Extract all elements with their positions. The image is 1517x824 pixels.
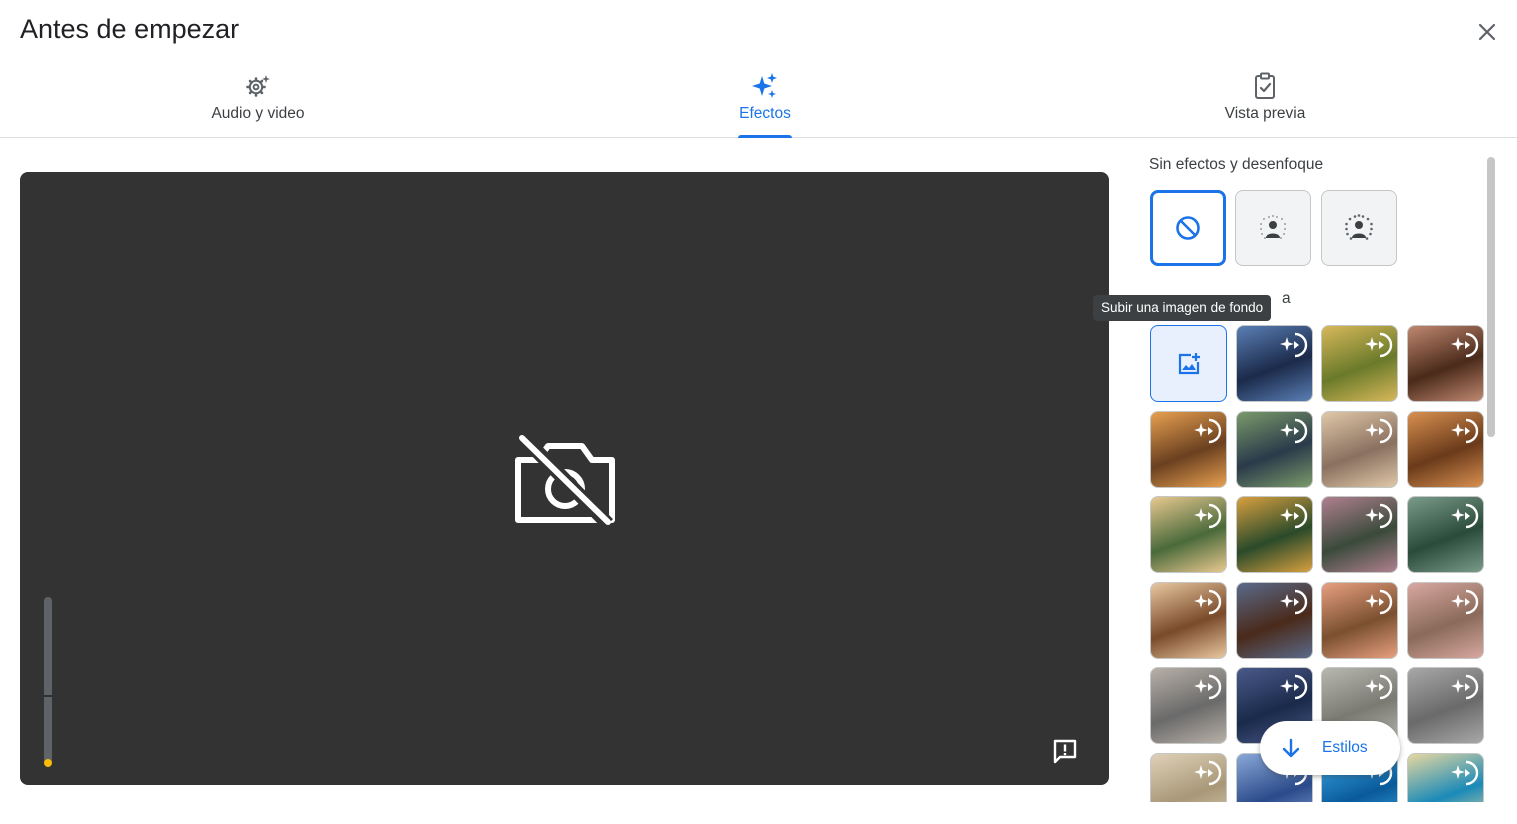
active-tab-indicator xyxy=(738,135,792,138)
sparkle-refresh-icon xyxy=(1194,589,1222,614)
add-photo-icon xyxy=(1178,352,1200,374)
background-thumbnail-lounge-window-day[interactable] xyxy=(1150,581,1227,659)
upload-tooltip: Subir una imagen de fondo xyxy=(1093,295,1272,321)
sparkle-refresh-icon xyxy=(1365,418,1393,443)
styles-button[interactable]: Estilos xyxy=(1260,721,1400,775)
sparkle-icon xyxy=(751,72,779,100)
sparkle-refresh-icon xyxy=(1279,332,1307,358)
sparkle-refresh-icon xyxy=(1279,503,1307,529)
section-title-backgrounds: a xyxy=(1282,290,1291,307)
background-thumbnail-greenhouse-pink[interactable] xyxy=(1321,496,1398,573)
background-thumbnail-bright-room[interactable] xyxy=(1150,752,1227,802)
background-thumbnail-night-balcony[interactable] xyxy=(1235,410,1313,488)
sparkle-refresh-icon xyxy=(1450,418,1478,443)
close-button[interactable] xyxy=(1470,15,1504,49)
sparkle-refresh-icon xyxy=(1365,503,1393,529)
background-thumbnail-japanese-room-day[interactable] xyxy=(1406,581,1484,659)
block-icon xyxy=(1176,216,1200,240)
sparkle-refresh-icon xyxy=(1194,760,1222,785)
sparkle-refresh-icon xyxy=(1279,589,1307,614)
effects-panel: Sin efectos y desenfoque a xyxy=(1130,140,1517,802)
background-thumbnail-warm-living-room[interactable] xyxy=(1321,410,1398,488)
background-thumbnail-cozy-porch-sunset[interactable] xyxy=(1150,410,1227,488)
sparkle-refresh-icon xyxy=(1194,418,1222,443)
styles-button-label: Estilos xyxy=(1322,739,1368,756)
sparkle-refresh-icon xyxy=(1279,674,1307,700)
sparkle-refresh-icon xyxy=(1365,589,1393,614)
blur-button[interactable] xyxy=(1321,190,1397,266)
sparkle-refresh-icon xyxy=(1450,503,1478,529)
camera-off-icon xyxy=(515,434,615,526)
meet-preflight-dialog: Antes de empezar Audio y video Efectos V… xyxy=(0,0,1517,824)
close-icon xyxy=(1478,23,1496,41)
sparkle-refresh-icon xyxy=(1279,418,1307,443)
background-thumbnail-rainy-window[interactable] xyxy=(1406,667,1484,744)
background-thumbnail-space-cockpit[interactable] xyxy=(1235,325,1313,402)
background-thumbnail-tropical-plants[interactable] xyxy=(1406,496,1484,573)
tab-label: Vista previa xyxy=(1224,105,1306,122)
background-thumbnail-street-houses-day[interactable] xyxy=(1150,496,1227,573)
no-effect-button[interactable] xyxy=(1150,190,1226,266)
tab-effects[interactable]: Efectos xyxy=(665,66,865,138)
report-feedback-icon xyxy=(1053,739,1077,764)
sparkle-refresh-icon xyxy=(1450,589,1478,614)
sparkle-refresh-icon xyxy=(1365,332,1393,358)
gear-sparkle-icon xyxy=(245,72,271,100)
blur-person-light-icon xyxy=(1260,215,1286,239)
tab-label: Efectos xyxy=(739,105,791,122)
background-thumbnail-street-houses-night[interactable] xyxy=(1235,496,1313,573)
upload-background-button[interactable] xyxy=(1150,325,1227,402)
report-feedback-button[interactable] xyxy=(1050,737,1080,765)
blur-person-strong-icon xyxy=(1345,214,1373,240)
video-preview xyxy=(20,172,1109,785)
section-title-no-effects: Sin efectos y desenfoque xyxy=(1149,156,1324,173)
sparkle-refresh-icon xyxy=(1194,503,1222,529)
panel-scrollbar[interactable] xyxy=(1487,157,1495,437)
background-thumbnail-library-pink-chair[interactable] xyxy=(1406,325,1484,402)
page-title: Antes de empezar xyxy=(20,14,240,44)
background-thumbnail-lounge-window-night[interactable] xyxy=(1235,581,1313,659)
background-thumbnail-tropical-beach[interactable] xyxy=(1406,752,1484,802)
tab-preview[interactable]: Vista previa xyxy=(1165,66,1365,137)
tab-label: Audio y video xyxy=(211,105,305,122)
tab-audio-video[interactable]: Audio y video xyxy=(158,66,358,137)
sparkle-refresh-icon xyxy=(1450,674,1478,700)
sparkle-refresh-icon xyxy=(1450,332,1478,358)
mic-level-meter xyxy=(44,597,52,767)
clipboard-check-icon xyxy=(1252,72,1278,100)
sparkle-refresh-icon xyxy=(1194,674,1222,700)
background-thumbnail-fireplace-room[interactable] xyxy=(1406,410,1484,488)
tab-bar: Audio y video Efectos Vista previa xyxy=(0,66,1517,138)
background-thumbnail-fairy-mushroom[interactable] xyxy=(1321,325,1398,402)
mic-level-fill xyxy=(44,758,52,767)
sparkle-refresh-icon xyxy=(1450,760,1478,785)
background-thumbnail-city-lamp-view[interactable] xyxy=(1150,667,1227,744)
background-thumbnail-japanese-room-sunset[interactable] xyxy=(1321,581,1398,659)
arrow-down-icon xyxy=(1282,738,1300,758)
sparkle-refresh-icon xyxy=(1365,674,1393,700)
slight-blur-button[interactable] xyxy=(1235,190,1311,266)
